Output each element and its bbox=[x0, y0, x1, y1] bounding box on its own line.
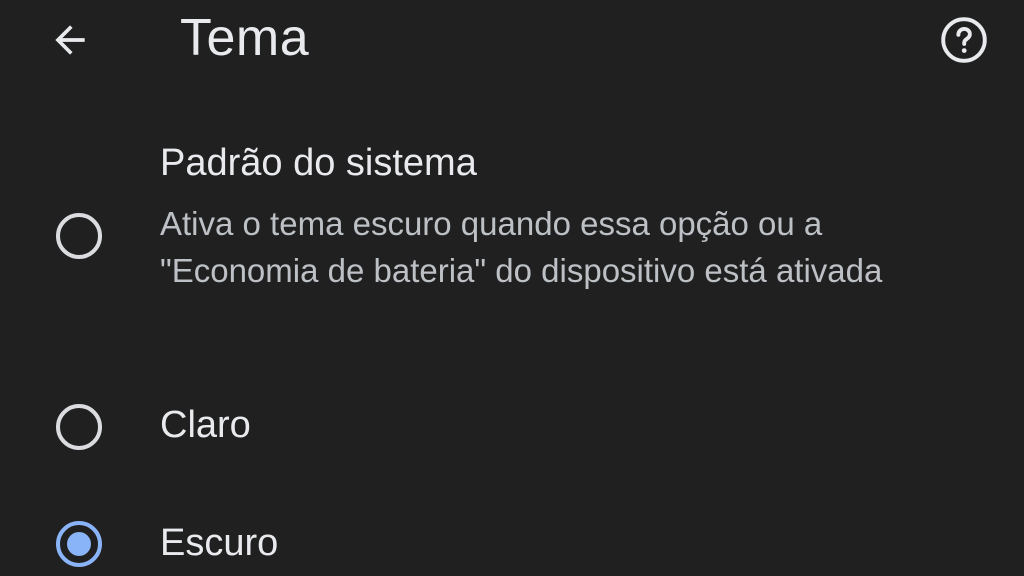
option-light[interactable]: Claro bbox=[0, 380, 1024, 480]
option-label: Escuro bbox=[160, 522, 279, 564]
help-circle-icon bbox=[941, 17, 987, 63]
option-dark[interactable]: Escuro bbox=[0, 500, 1024, 576]
back-button[interactable] bbox=[40, 12, 100, 68]
top-app-bar: Tema bbox=[0, 0, 1024, 90]
help-button[interactable] bbox=[936, 12, 992, 68]
option-label: Padrão do sistema bbox=[160, 142, 477, 184]
radio-dark[interactable] bbox=[55, 520, 103, 568]
page-title: Tema bbox=[180, 9, 310, 67]
radio-system-default[interactable] bbox=[55, 212, 103, 260]
option-description: Ativa o tema escuro quando essa opção ou… bbox=[160, 205, 883, 289]
option-system-default[interactable]: Padrão do sistema Ativa o tema escuro qu… bbox=[0, 130, 1024, 350]
radio-checked-icon bbox=[56, 521, 102, 567]
option-label: Claro bbox=[160, 404, 251, 446]
theme-settings-screen: Tema Padrão do sistema Ativa o tema escu… bbox=[0, 0, 1024, 576]
radio-light[interactable] bbox=[55, 403, 103, 451]
radio-unchecked-icon bbox=[56, 404, 102, 450]
arrow-back-icon bbox=[55, 25, 85, 55]
radio-unchecked-icon bbox=[56, 213, 102, 259]
